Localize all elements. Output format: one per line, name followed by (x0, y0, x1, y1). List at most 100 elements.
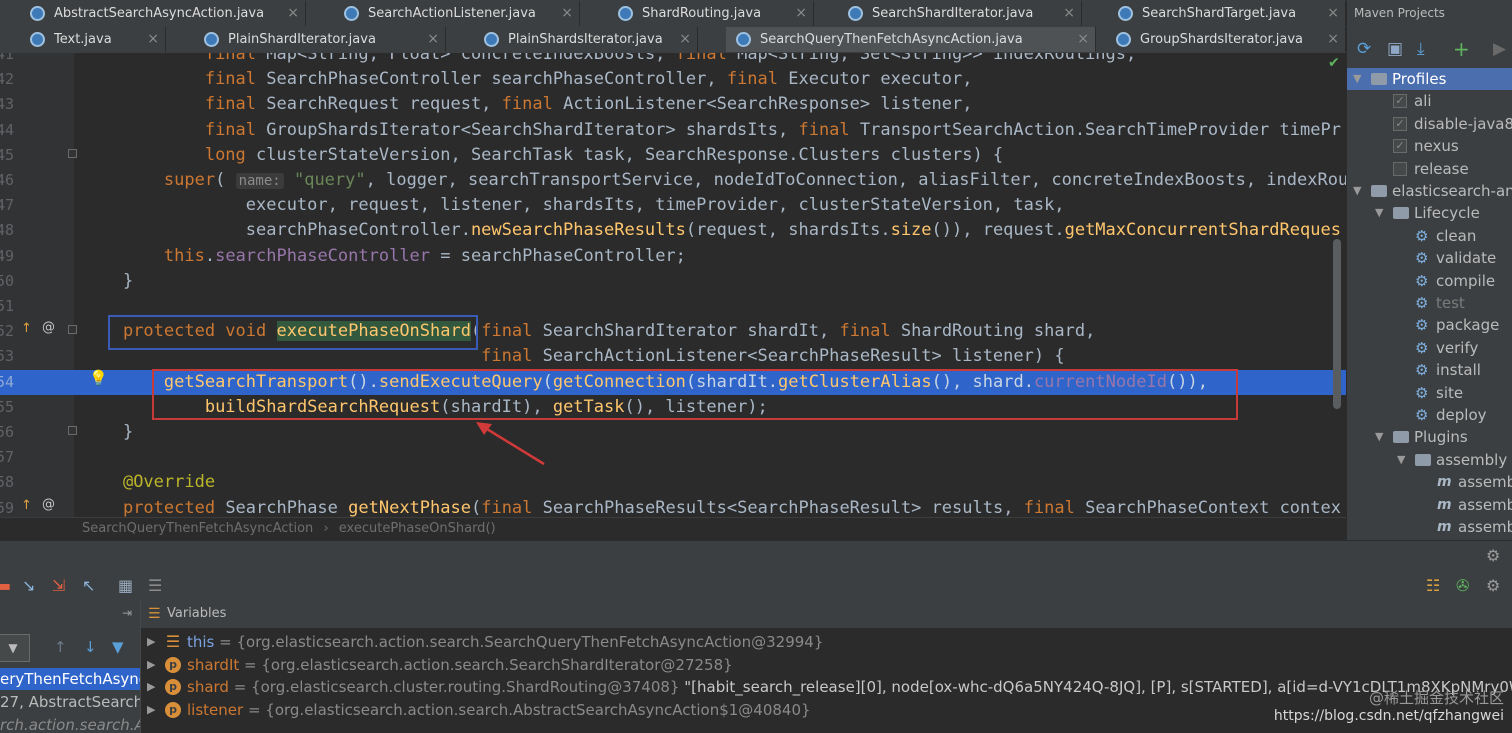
close-tab-icon[interactable]: × (427, 27, 439, 52)
generate-sources-icon[interactable]: ▣ (1387, 40, 1403, 58)
code-line[interactable]: 58 @Override (0, 470, 1346, 495)
tree-profiles[interactable]: ▼ Profiles (1347, 68, 1512, 90)
line-number[interactable]: 49 (0, 244, 14, 269)
close-tab-icon[interactable]: × (1327, 1, 1339, 26)
expand-arrow-icon[interactable]: ▶ (147, 676, 155, 698)
line-number[interactable]: 42 (0, 67, 14, 92)
code-line[interactable]: 43 final SearchRequest request, final Ac… (0, 92, 1346, 117)
editor-tab[interactable]: ShardRouting.java × (608, 1, 814, 26)
code-line[interactable]: 48 searchPhaseController.newSearchPhaseR… (0, 218, 1346, 243)
line-number[interactable]: 51 (0, 294, 14, 319)
fold-marker[interactable] (68, 426, 77, 435)
download-icon[interactable]: ⤓ (1417, 40, 1425, 58)
expand-arrow-icon[interactable]: ▶ (147, 631, 155, 653)
tree-lifecycle-goal[interactable]: ⚙ compile (1347, 270, 1512, 292)
line-number[interactable]: 41 (0, 53, 14, 67)
editor-tab[interactable]: SearchShardTarget.java × (1108, 1, 1346, 26)
code-line[interactable]: 50 } (0, 269, 1346, 294)
settings-gear-icon-2[interactable]: ⚙ (1486, 577, 1500, 595)
code-line[interactable]: 46 super( name: "query", logger, searchT… (0, 168, 1346, 193)
annotation-at-icon[interactable]: @ (42, 320, 55, 335)
fold-marker[interactable] (68, 325, 77, 334)
line-number[interactable]: 55 (0, 395, 14, 420)
frame-down-icon[interactable]: ↓ (84, 638, 97, 656)
trace-icon[interactable]: ☰ (148, 577, 162, 595)
stack-frame[interactable]: 27, AbstractSearchA (0, 691, 140, 713)
settings-gear-icon[interactable]: ⚙ (1486, 547, 1500, 565)
stack-frame[interactable]: rch.action.search.Al (0, 714, 140, 733)
step-over-icon[interactable]: ▬ (0, 577, 11, 595)
code-line[interactable]: 42 final SearchPhaseController searchPha… (0, 67, 1346, 92)
close-tab-icon[interactable]: × (561, 1, 573, 26)
add-project-icon[interactable]: + (1453, 39, 1470, 59)
annotation-at-icon-2[interactable]: @ (42, 497, 55, 512)
checkbox-icon[interactable]: ✓ (1393, 94, 1407, 109)
collapse-arrow-icon[interactable]: ⇥ (122, 606, 132, 620)
force-step-into-icon[interactable]: ⇲ (52, 577, 65, 595)
close-tab-icon[interactable]: × (1077, 27, 1089, 52)
line-number[interactable]: 44 (0, 118, 14, 143)
filter-icon[interactable]: ▼ (112, 638, 124, 656)
close-tab-icon[interactable]: × (1063, 1, 1075, 26)
step-out-icon[interactable]: ↖ (82, 577, 95, 595)
line-number[interactable]: 54 (0, 370, 14, 395)
tree-lifecycle-goal[interactable]: ⚙ validate (1347, 247, 1512, 269)
tree-profile-item[interactable]: release (1347, 158, 1512, 180)
tree-lifecycle-goal[interactable]: ⚙ clean (1347, 225, 1512, 247)
close-tab-icon[interactable]: × (795, 1, 807, 26)
line-number[interactable]: 45 (0, 143, 14, 168)
stack-frame[interactable]: eryThenFetchAsync (0, 668, 140, 690)
code-line[interactable]: 47 executor, request, listener, shardsIt… (0, 193, 1346, 218)
code-line[interactable]: 44 final GroupShardsIterator<SearchShard… (0, 118, 1346, 143)
tree-lifecycle-goal[interactable]: ⚙ test (1347, 292, 1512, 314)
tree-profile-item[interactable]: ✓ ali (1347, 90, 1512, 112)
reimport-icon[interactable]: ⟳ (1357, 40, 1371, 58)
restore-layout-icon[interactable]: ✇ (1456, 577, 1469, 595)
code-line[interactable]: 57 (0, 445, 1346, 470)
code-line[interactable]: 41 final Map<String, Float> concreteInde… (0, 53, 1346, 67)
expand-arrow-icon[interactable]: ▶ (147, 699, 155, 721)
expand-arrow-icon[interactable]: ▼ (1353, 180, 1361, 202)
expand-arrow-icon[interactable]: ▼ (1397, 449, 1405, 471)
expand-arrow-icon[interactable]: ▼ (1353, 68, 1361, 90)
evaluate-expression-icon[interactable]: ▦ (118, 577, 133, 595)
line-number[interactable]: 52 (0, 319, 14, 344)
code-line[interactable]: 45 long clusterStateVersion, SearchTask … (0, 143, 1346, 168)
editor-tab[interactable]: GroupShardsIterator.java × (1106, 27, 1346, 52)
code-line[interactable]: 49 this.searchPhaseController = searchPh… (0, 244, 1346, 269)
breadcrumb-method[interactable]: executePhaseOnShard() (339, 521, 496, 536)
editor-tab[interactable]: PlainShardIterator.java × (194, 27, 446, 52)
expand-arrow-icon[interactable]: ▶ (147, 654, 155, 676)
tree-plugins[interactable]: ▼ Plugins (1347, 426, 1512, 448)
threads-icon[interactable]: ☷ (1426, 577, 1440, 595)
lightbulb-icon[interactable]: 💡 (89, 369, 108, 387)
frame-up-icon[interactable]: ↑ (54, 638, 67, 656)
close-tab-icon[interactable]: × (1327, 27, 1339, 52)
tree-lifecycle[interactable]: ▼ Lifecycle (1347, 202, 1512, 224)
line-number[interactable]: 59 (0, 496, 14, 517)
checkbox-icon[interactable]: ✓ (1393, 116, 1407, 131)
override-marker-icon-2[interactable]: ↑ (21, 498, 32, 513)
tree-lifecycle-goal[interactable]: ⚙ site (1347, 382, 1512, 404)
code-line[interactable]: 56 } (0, 420, 1346, 445)
line-number[interactable]: 47 (0, 193, 14, 218)
tree-plugin-goal[interactable]: m assemb (1347, 516, 1512, 538)
close-tab-icon[interactable]: × (147, 27, 159, 52)
tree-project[interactable]: ▼ elasticsearch-an (1347, 180, 1512, 202)
variable-row[interactable]: ▶ ☰ this = {org.elasticsearch.action.searc… (141, 631, 1512, 653)
checkbox-icon[interactable] (1393, 161, 1407, 176)
checkbox-icon[interactable]: ✓ (1393, 139, 1407, 154)
line-number[interactable]: 58 (0, 470, 14, 495)
editor-tab[interactable]: SearchShardIterator.java × (838, 1, 1082, 26)
editor-tab[interactable]: Text.java × (20, 27, 166, 52)
thread-select-dropdown[interactable]: ▼ (0, 634, 30, 662)
run-icon[interactable]: ▶ (1493, 40, 1506, 58)
line-number[interactable]: 57 (0, 445, 14, 470)
close-tab-icon[interactable]: × (287, 1, 299, 26)
tree-lifecycle-goal[interactable]: ⚙ deploy (1347, 404, 1512, 426)
variable-row[interactable]: ▶ p shardIt = {org.elasticsearch.action.se… (141, 654, 1512, 676)
expand-arrow-icon[interactable]: ▼ (1375, 202, 1383, 224)
tree-profile-item[interactable]: ✓ disable-java8 (1347, 113, 1512, 135)
tree-plugin-goal[interactable]: m assemb (1347, 494, 1512, 516)
tree-lifecycle-goal[interactable]: ⚙ install (1347, 359, 1512, 381)
